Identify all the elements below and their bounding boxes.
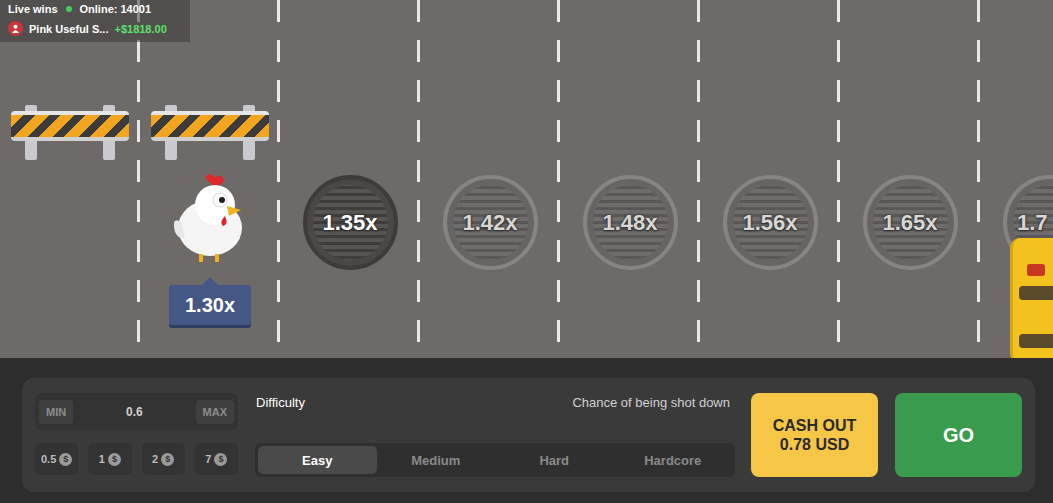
go-button[interactable]: GO (895, 393, 1022, 477)
cover-multiplier: 1.42x (462, 210, 517, 236)
lane: 1.7 (980, 0, 1053, 358)
difficulty-tab[interactable]: Hard (495, 446, 614, 474)
difficulty-column: Difficulty Chance of being shot down EasyM… (255, 393, 735, 477)
barrier (151, 105, 269, 160)
chip-label: 7 (205, 453, 211, 465)
bet-chip[interactable]: 1$ (88, 443, 131, 475)
multiplier-tag: 1.30x (169, 285, 251, 325)
difficulty-label: Difficulty (256, 395, 305, 410)
lane: 1.56x (700, 0, 840, 358)
barrier (11, 105, 129, 160)
lane (0, 0, 140, 358)
lane: 1.30x (140, 0, 280, 358)
live-wins-header: Live wins Online: 14001 (8, 3, 184, 15)
difficulty-tab[interactable]: Hardcore (614, 446, 733, 474)
bet-value[interactable]: 0.6 (126, 405, 143, 419)
coin-icon: $ (108, 453, 121, 466)
bet-chip[interactable]: 0.5$ (35, 443, 78, 475)
difficulty-tabs: EasyMediumHardHardcore (255, 443, 735, 477)
coin-icon: $ (214, 453, 227, 466)
manhole-cover[interactable]: 1.42x (443, 175, 538, 270)
control-panel: MIN0.6MAX0.5$1$2$7$DifficultyChance of b… (22, 378, 1035, 492)
chip-label: 1 (99, 453, 105, 465)
bet-chip[interactable]: 7$ (195, 443, 238, 475)
barrier-board (151, 111, 269, 141)
coin-icon: $ (59, 453, 72, 466)
taxi-window (1019, 286, 1053, 300)
lane: 1.48x (560, 0, 700, 358)
avatar (8, 21, 23, 36)
difficulty-header: Difficulty Chance of being shot down (255, 395, 735, 410)
cover-multiplier: 1.65x (882, 210, 937, 236)
chip-label: 2 (152, 453, 158, 465)
control-bar: MIN0.6MAX0.5$1$2$7$DifficultyChance of b… (0, 358, 1053, 503)
cash-out-button[interactable]: CASH OUT0.78 USD (751, 393, 878, 477)
online-dot (66, 6, 72, 12)
lane: 1.65x (840, 0, 980, 358)
taxi-window (1019, 334, 1053, 348)
manhole-cover[interactable]: 1.65x (863, 175, 958, 270)
live-wins-title: Live wins (8, 3, 58, 15)
game-screen: 1.30x 1.35x 1.42x 1.48x 1.56x 1.65x 1.7 Live wi… (0, 0, 1053, 503)
person-icon (11, 24, 20, 33)
difficulty-tab[interactable]: Easy (258, 446, 377, 474)
bet-chips: 0.5$1$2$7$ (35, 443, 238, 475)
cover-multiplier: 1.48x (602, 210, 657, 236)
chip-label: 0.5 (41, 453, 56, 465)
max-button[interactable]: MAX (196, 400, 234, 424)
manhole-cover[interactable]: 1.48x (583, 175, 678, 270)
lane: 1.35x (280, 0, 420, 358)
lane: 1.42x (420, 0, 560, 358)
manhole-cover[interactable]: 1.56x (723, 175, 818, 270)
coin-icon: $ (161, 453, 174, 466)
cash-out-label: CASH OUT (773, 416, 857, 435)
chicken-icon (165, 170, 255, 265)
win-name: Pink Useful S... (29, 23, 108, 35)
bet-chip[interactable]: 2$ (142, 443, 185, 475)
online-count: Online: 14001 (80, 3, 152, 15)
barrier-board (11, 111, 129, 141)
taxi-sign (1027, 264, 1045, 276)
taxi-car (1010, 238, 1053, 358)
cover-multiplier: 1.7 (1017, 210, 1048, 236)
road: 1.30x 1.35x 1.42x 1.48x 1.56x 1.65x 1.7 (0, 0, 1053, 358)
win-amount: +$1818.00 (114, 23, 166, 35)
difficulty-hint: Chance of being shot down (572, 395, 730, 410)
cover-multiplier: 1.35x (322, 210, 377, 236)
win-row: Pink Useful S... +$1818.00 (8, 21, 184, 36)
min-button[interactable]: MIN (39, 400, 73, 424)
difficulty-tab[interactable]: Medium (377, 446, 496, 474)
chicken (165, 170, 255, 265)
cash-out-amount: 0.78 USD (780, 435, 849, 454)
live-wins: Live wins Online: 14001 Pink Useful S... +$… (0, 0, 190, 42)
cover-multiplier: 1.56x (742, 210, 797, 236)
bet-column: MIN0.6MAX0.5$1$2$7$ (35, 393, 238, 477)
manhole-cover[interactable]: 1.35x (303, 175, 398, 270)
bet-field[interactable]: MIN 0.6 MAX (35, 393, 238, 430)
